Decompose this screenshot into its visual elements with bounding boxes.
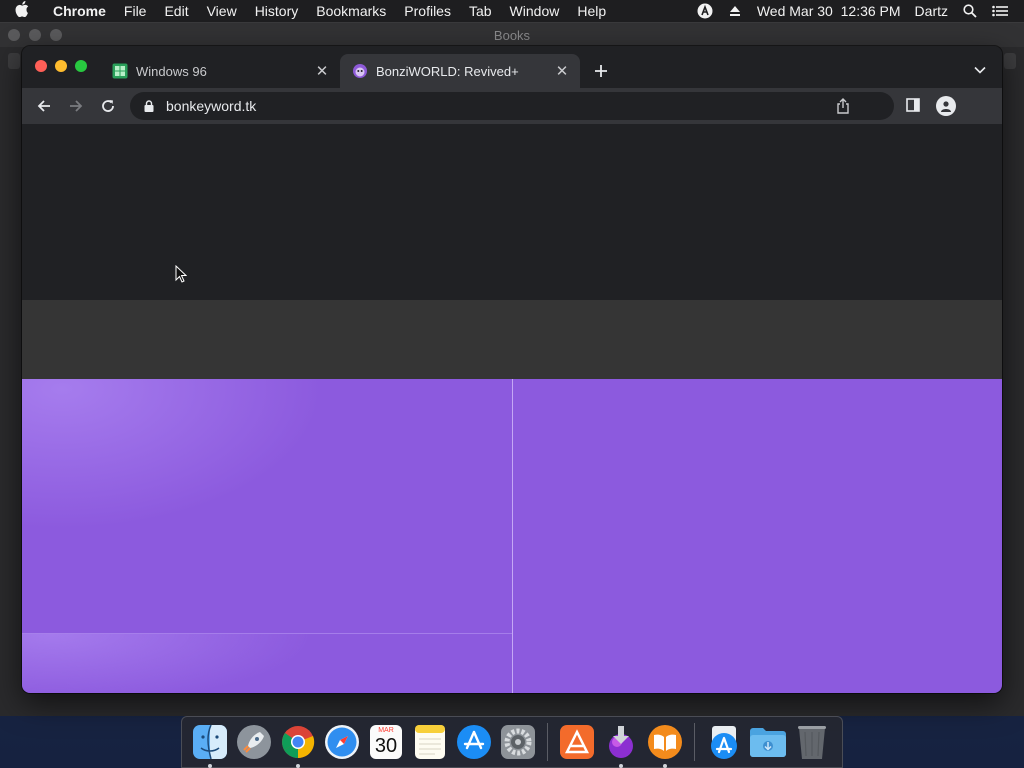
minimize-window-button[interactable] (55, 60, 67, 72)
zoom-window-button[interactable] (75, 60, 87, 72)
side-panel-icon (906, 98, 920, 112)
dock-notes[interactable] (411, 723, 449, 761)
dock-app-store[interactable] (455, 723, 493, 761)
window-controls (35, 60, 87, 72)
dock-calendar[interactable]: MAR 30 (367, 723, 405, 761)
page-top-area (22, 124, 1002, 300)
chrome-icon (282, 726, 315, 759)
menu-history[interactable]: History (246, 0, 308, 22)
dock-finder[interactable] (191, 723, 229, 768)
launchpad-rocket-icon (237, 725, 271, 759)
dock-system-preferences[interactable] (499, 723, 537, 761)
running-indicator (619, 764, 623, 768)
menu-window[interactable]: Window (501, 0, 569, 22)
running-indicator (663, 764, 667, 768)
back-button[interactable] (30, 92, 58, 120)
plus-icon (595, 65, 607, 77)
profile-button[interactable] (936, 96, 956, 116)
calendar-day: 30 (374, 735, 398, 757)
dock-separator (547, 723, 548, 761)
menu-help[interactable]: Help (568, 0, 615, 22)
arrow-left-icon (37, 100, 50, 112)
bonzi-favicon-icon (352, 63, 368, 79)
tab-bonziworld[interactable]: BonziWORLD: Revived+ ✕ (340, 54, 580, 88)
mouse-cursor-icon (175, 264, 188, 283)
close-tab-icon[interactable]: ✕ (314, 63, 330, 80)
windows96-favicon-icon (112, 63, 128, 79)
books-titlebar: Books (0, 23, 1024, 47)
url-text[interactable]: bonkeyword.tk (166, 98, 256, 114)
person-icon (941, 101, 951, 112)
close-tab-icon[interactable]: ✕ (554, 63, 570, 80)
dock-trash[interactable] (793, 723, 831, 761)
apple-icon[interactable] (0, 1, 44, 21)
reload-button[interactable] (94, 92, 122, 120)
menu-edit[interactable]: Edit (155, 0, 197, 22)
dock-xcode-installer[interactable] (705, 723, 743, 761)
app-store-icon (457, 725, 491, 759)
purple-panel-left-bottom (22, 633, 512, 693)
download-orb-icon (609, 726, 633, 758)
tab-strip: Windows 96 ✕ BonziWORLD: Revived+ ✕ (22, 46, 1002, 88)
app-installer-icon (711, 726, 737, 759)
address-bar[interactable]: bonkeyword.tk (130, 92, 894, 120)
dock-safari[interactable] (323, 723, 361, 761)
affinity-icon (560, 725, 594, 759)
tab-search-button[interactable] (972, 62, 988, 78)
books-toolbar-button[interactable] (8, 53, 20, 69)
forward-button[interactable] (62, 92, 90, 120)
close-window-button[interactable] (35, 60, 47, 72)
menu-file[interactable]: File (115, 0, 156, 22)
dock: MAR 30 (181, 716, 843, 768)
notes-icon (415, 725, 445, 759)
spotlight-search-icon[interactable] (962, 3, 978, 19)
arrow-right-icon (70, 100, 83, 112)
panel-divider (512, 379, 513, 693)
menu-bar-status: Wed Mar 30 12:36 PM Dartz (683, 3, 1024, 19)
dock-downloader[interactable] (602, 723, 640, 768)
new-tab-button[interactable] (590, 60, 612, 82)
chrome-window: Windows 96 ✕ BonziWORLD: Revived+ ✕ bonk… (22, 46, 1002, 693)
books-window-title: Books (493, 27, 531, 43)
trash-icon (798, 726, 826, 759)
browser-toolbar: bonkeyword.tk (22, 88, 1002, 124)
books-icon (648, 725, 682, 759)
dock-launchpad[interactable] (235, 723, 273, 761)
dock-books[interactable] (646, 723, 684, 768)
dock-chrome[interactable] (279, 723, 317, 768)
menu-view[interactable]: View (198, 0, 246, 22)
tab-windows-96[interactable]: Windows 96 ✕ (100, 54, 340, 88)
reload-icon (102, 100, 114, 112)
finder-icon (193, 724, 227, 760)
dock-affinity[interactable] (558, 723, 596, 761)
menu-app-name[interactable]: Chrome (44, 0, 115, 22)
running-indicator (296, 764, 300, 768)
tab-title: BonziWORLD: Revived+ (376, 63, 519, 79)
dock-downloads-folder[interactable] (749, 723, 787, 761)
menu-clock[interactable]: Wed Mar 30 12:36 PM (757, 3, 901, 19)
share-icon[interactable] (836, 98, 852, 114)
dock-separator (694, 723, 695, 761)
side-panel-button[interactable] (906, 98, 922, 114)
menu-profiles[interactable]: Profiles (395, 0, 460, 22)
safari-compass-icon (325, 725, 359, 759)
menu-bookmarks[interactable]: Bookmarks (307, 0, 395, 22)
menu-tab[interactable]: Tab (460, 0, 501, 22)
chevron-down-icon (974, 66, 986, 74)
control-center-icon[interactable] (992, 3, 1008, 19)
menu-user[interactable]: Dartz (915, 3, 948, 19)
page-grey-band (22, 300, 1002, 379)
bonzi-play-area[interactable] (22, 379, 1002, 693)
folder-icon (750, 728, 786, 757)
gear-icon (501, 725, 535, 759)
tab-title: Windows 96 (136, 63, 207, 79)
calendar-month: MAR (378, 727, 394, 734)
eject-icon[interactable] (727, 3, 743, 19)
books-toolbar-button[interactable] (1004, 53, 1016, 69)
web-content[interactable] (22, 124, 1002, 693)
accessibility-icon[interactable] (697, 3, 713, 19)
menu-bar: Chrome File Edit View History Bookmarks … (0, 0, 1024, 22)
lock-icon[interactable] (142, 99, 156, 113)
running-indicator (208, 764, 212, 768)
